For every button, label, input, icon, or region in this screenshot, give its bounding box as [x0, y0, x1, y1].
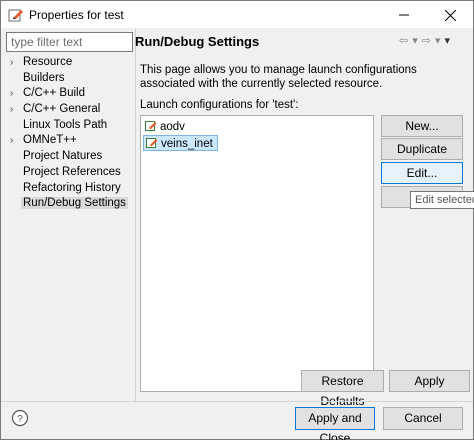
view-menu-icon[interactable]: ▾	[445, 34, 451, 48]
tree-item-label: Run/Debug Settings	[21, 197, 128, 210]
title-bar: Properties for test	[1, 1, 473, 29]
page-title: Run/Debug Settings	[135, 34, 260, 49]
back-arrow-icon[interactable]: ⇦	[399, 34, 408, 48]
tooltip: Edit selected	[410, 191, 474, 209]
tree-item-label: Project Natures	[23, 150, 103, 163]
tree-item-resource[interactable]: › Resource	[1, 55, 135, 71]
launch-config-icon	[146, 138, 158, 148]
page-description: This page allows you to manage launch co…	[140, 64, 417, 90]
app-icon	[8, 9, 23, 22]
tree-item-project-natures[interactable]: Project Natures	[1, 149, 135, 165]
list-item[interactable]: aodv	[143, 119, 185, 135]
apply-button[interactable]: Apply	[389, 370, 470, 392]
edit-button[interactable]: Edit...	[381, 162, 463, 184]
tree-item-project-references[interactable]: Project References	[1, 165, 135, 181]
launch-config-list[interactable]: aodv veins_inet	[140, 115, 374, 392]
forward-arrow-icon[interactable]: ⇨	[422, 34, 431, 48]
properties-dialog: Properties for test › Resource Builders …	[0, 0, 474, 440]
tree-item-builders[interactable]: Builders	[1, 71, 135, 87]
tree-item-refactoring-history[interactable]: Refactoring History	[1, 181, 135, 197]
tree-item-label: Resource	[23, 56, 73, 68]
launch-config-icon	[145, 121, 157, 131]
history-navigation: ⇦ ▾ ⇨ ▾ ▾	[399, 34, 450, 48]
filter-input[interactable]	[6, 32, 133, 52]
chevron-right-icon[interactable]: ›	[10, 133, 13, 149]
tree-item-linux-tools-path[interactable]: Linux Tools Path	[1, 118, 135, 134]
chevron-down-icon[interactable]: ▾	[435, 34, 441, 48]
tree-item-label: C/C++ Build	[23, 87, 86, 100]
list-item-label: aodv	[160, 121, 185, 133]
pane-divider[interactable]	[135, 29, 136, 401]
close-icon	[444, 9, 456, 21]
list-item-label: veins_inet	[161, 138, 213, 150]
tree-item-label: OMNeT++	[23, 134, 77, 147]
help-icon[interactable]: ?	[11, 409, 29, 427]
tree-item-label: Linux Tools Path	[23, 118, 108, 131]
duplicate-button[interactable]: Duplicate	[381, 138, 463, 160]
close-button[interactable]	[427, 1, 473, 29]
tree-item-label: C/C++ General	[23, 103, 101, 116]
tree-item-cpp-build[interactable]: › C/C++ Build	[1, 86, 135, 102]
new-button[interactable]: New...	[381, 115, 463, 137]
window-title: Properties for test	[29, 8, 124, 22]
svg-text:?: ?	[17, 414, 23, 425]
dialog-content: › Resource Builders › C/C++ Build › C/C+…	[1, 29, 474, 440]
footer-separator	[1, 401, 473, 402]
apply-and-close-button[interactable]: Apply and Close	[295, 407, 375, 440]
tree-item-label: Project References	[23, 165, 121, 178]
launch-config-list-label: Launch configurations for 'test':	[140, 99, 299, 111]
minimize-icon	[399, 14, 409, 16]
chevron-right-icon[interactable]: ›	[10, 102, 13, 118]
tree-item-run-debug-settings[interactable]: Run/Debug Settings	[1, 196, 135, 212]
property-tree: › Resource Builders › C/C++ Build › C/C+…	[1, 55, 135, 212]
minimize-button[interactable]	[381, 1, 427, 29]
list-item[interactable]: veins_inet	[143, 135, 218, 151]
chevron-right-icon[interactable]: ›	[10, 86, 13, 102]
cancel-button[interactable]: Cancel	[383, 407, 463, 430]
tree-item-label: Builders	[23, 71, 65, 84]
restore-defaults-button[interactable]: Restore Defaults	[301, 370, 384, 408]
tree-item-omnetpp[interactable]: › OMNeT++	[1, 133, 135, 149]
tree-item-label: Refactoring History	[23, 181, 121, 194]
tree-item-cpp-general[interactable]: › C/C++ General	[1, 102, 135, 118]
chevron-right-icon[interactable]: ›	[10, 55, 13, 71]
chevron-down-icon[interactable]: ▾	[412, 34, 418, 48]
